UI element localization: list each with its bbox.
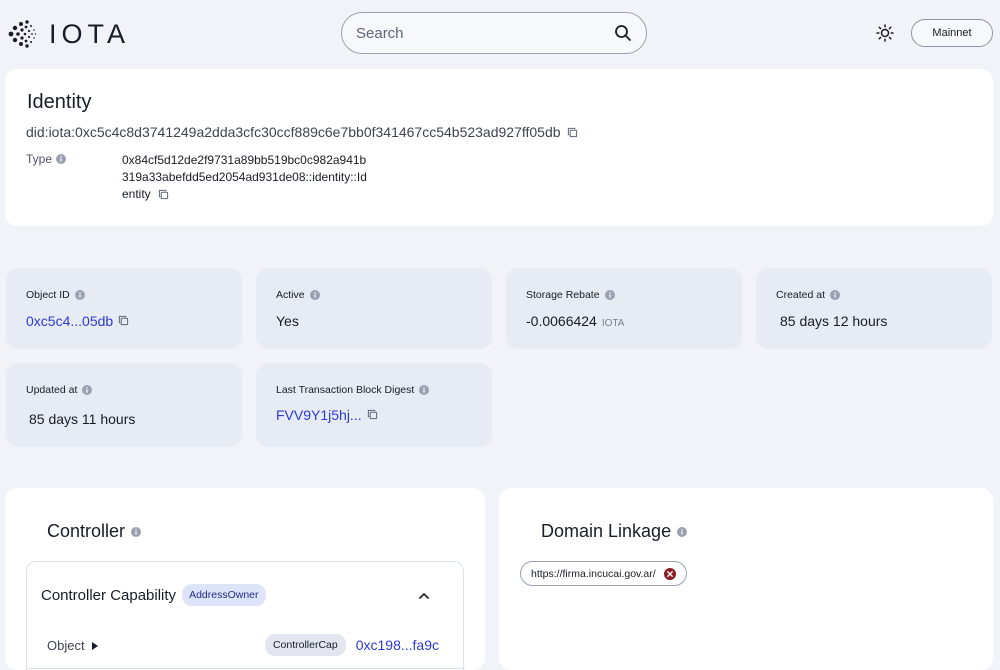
info-icon[interactable] [131,526,142,537]
network-selector-button[interactable]: Mainnet [911,19,993,47]
copy-icon[interactable] [367,409,378,420]
stat-value: -0.0066424 [526,313,597,329]
iota-logo[interactable]: IOTA [5,17,130,51]
triangle-right-icon [91,641,98,650]
stat-card-updated-at: Updated at 85 days 11 hours [6,363,242,447]
stat-card-last-transaction: Last Transaction Block Digest FVV9Y1j5hj… [256,363,492,447]
controller-title: Controller [47,521,142,542]
info-icon[interactable] [677,526,688,537]
info-icon[interactable] [82,385,93,395]
info-icon[interactable] [309,290,320,300]
object-label: Object [47,638,85,653]
info-icon[interactable] [56,154,67,164]
iota-logo-icon [8,20,37,48]
domain-url: https://firma.incucai.gov.ar/ [531,567,656,580]
header: IOTA Mainnet [0,0,1000,66]
controller-panel: Controller Controller Capability Address… [5,488,485,670]
stat-value: 85 days 11 hours [29,411,136,427]
transaction-digest-link[interactable]: FVV9Y1j5hj... [276,407,362,423]
sun-icon[interactable] [876,24,894,42]
domain-linkage-title: Domain Linkage [541,521,688,542]
object-id-link[interactable]: 0xc5c4...05db [26,313,113,329]
search-input[interactable] [356,24,614,42]
stat-unit: IOTA [601,318,625,329]
identity-card: Identity did:iota:0xc5c4c8d3741249a2dda3… [5,69,993,226]
object-type-tag: ControllerCap [264,634,346,656]
close-circle-icon [663,567,676,580]
stat-card-created-at: Created at 85 days 12 hours [756,268,992,349]
stat-value: 85 days 12 hours [780,313,888,329]
did-value: did:iota:0xc5c4c8d3741249a2dda3cfc30ccf8… [26,124,561,140]
stat-label: Object ID [26,289,70,301]
info-icon[interactable] [74,290,85,300]
domain-chip[interactable]: https://firma.incucai.gov.ar/ [520,561,687,586]
stat-label: Created at [776,289,826,301]
stat-label: Updated at [26,384,78,396]
info-icon[interactable] [419,385,430,395]
owner-badge: AddressOwner [182,584,266,606]
stat-card-object-id: Object ID 0xc5c4...05db [6,268,242,349]
copy-icon[interactable] [118,315,129,326]
object-id-link[interactable]: 0xc198...fa9c [356,637,439,653]
object-row-toggle[interactable]: Object [47,638,99,653]
controller-capability-accordion: Controller Capability AddressOwner Objec… [26,561,465,670]
stat-label: Last Transaction Block Digest [276,384,415,396]
search-bar[interactable] [341,12,647,54]
type-value: 0x84cf5d12de2f9731a89bb519bc0c982a941b31… [122,153,367,201]
divider [27,668,465,669]
chevron-up-icon[interactable] [417,589,431,603]
logo-text: IOTA [49,19,131,49]
capability-title: Controller Capability [41,586,177,604]
copy-icon[interactable] [567,127,578,138]
type-label: Type [26,152,67,166]
did-row: did:iota:0xc5c4c8d3741249a2dda3cfc30ccf8… [26,124,578,140]
info-icon[interactable] [604,290,615,300]
stat-value: Yes [276,313,299,329]
copy-icon[interactable] [158,189,169,200]
stat-card-storage-rebate: Storage Rebate -0.0066424 IOTA [506,268,742,349]
stat-label: Storage Rebate [526,289,600,301]
search-icon[interactable] [614,24,632,42]
info-icon[interactable] [830,290,841,300]
page-title: Identity [27,91,92,113]
domain-linkage-panel: Domain Linkage https://firma.incucai.gov… [499,488,993,670]
stat-card-active: Active Yes [256,268,492,349]
stat-label: Active [276,289,305,301]
